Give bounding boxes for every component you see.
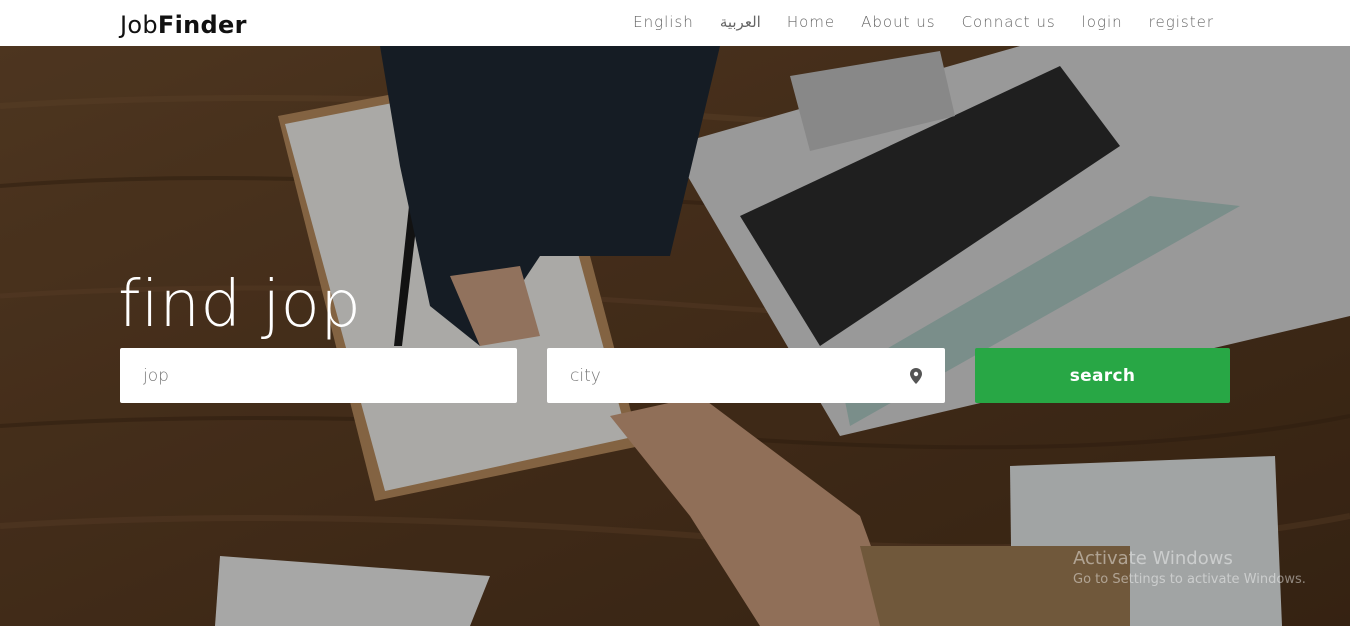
nav-link-login[interactable]: login bbox=[1082, 13, 1123, 31]
nav-link-english[interactable]: English bbox=[633, 13, 694, 31]
nav-link-home[interactable]: Home bbox=[787, 13, 835, 31]
watermark-subtitle: Go to Settings to activate Windows. bbox=[1073, 572, 1306, 587]
windows-activation-watermark: Activate Windows Go to Settings to activ… bbox=[1073, 548, 1306, 587]
top-navbar: JobFinder English العربية Home About us … bbox=[0, 0, 1350, 46]
city-search-field[interactable] bbox=[547, 348, 945, 403]
hero-section: find jop search Activate Windows Go to S… bbox=[0, 46, 1350, 626]
job-input[interactable] bbox=[120, 348, 517, 403]
nav-links: English العربية Home About us Connact us… bbox=[633, 13, 1214, 31]
brand-light-text: Job bbox=[120, 11, 158, 39]
nav-link-arabic[interactable]: العربية bbox=[720, 13, 761, 31]
nav-link-register[interactable]: register bbox=[1149, 13, 1214, 31]
brand-bold-text: Finder bbox=[157, 11, 247, 39]
watermark-title: Activate Windows bbox=[1073, 548, 1233, 569]
nav-link-contact[interactable]: Connact us bbox=[962, 13, 1056, 31]
brand-logo[interactable]: JobFinder bbox=[120, 11, 247, 39]
search-button[interactable]: search bbox=[975, 348, 1230, 403]
hero-headline: find jop bbox=[118, 268, 362, 342]
job-search-field[interactable] bbox=[120, 348, 517, 403]
nav-link-about[interactable]: About us bbox=[861, 13, 935, 31]
city-input[interactable] bbox=[547, 348, 945, 403]
map-pin-icon bbox=[910, 368, 922, 384]
